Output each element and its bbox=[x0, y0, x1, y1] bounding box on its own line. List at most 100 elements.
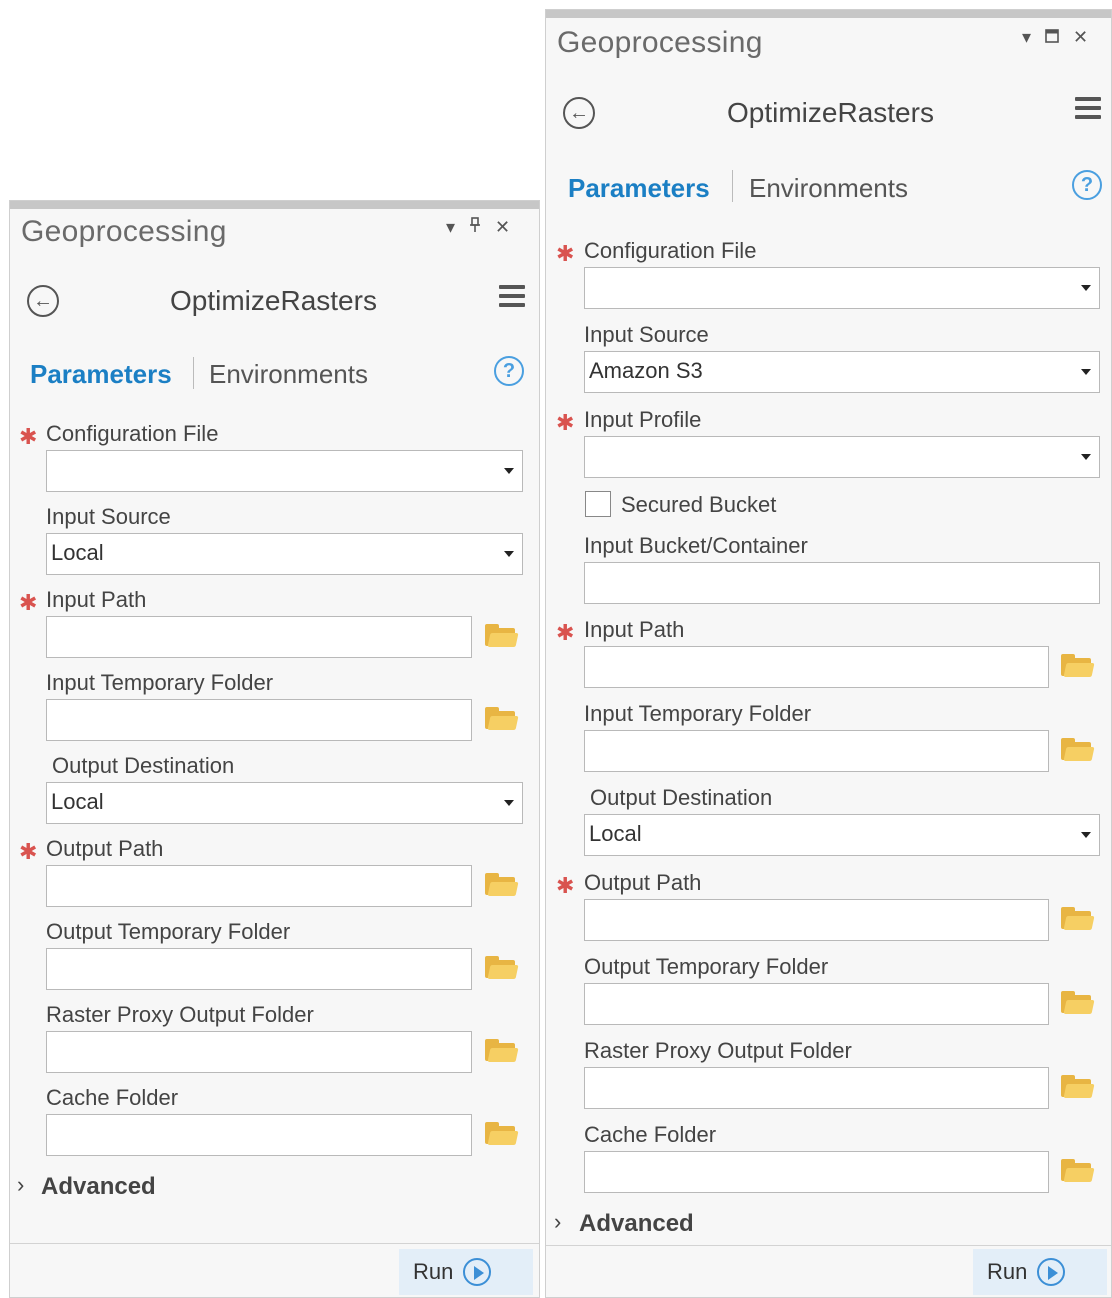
field-label: Output Destination bbox=[590, 785, 773, 810]
checkbox-label: Secured Bucket bbox=[621, 492, 777, 517]
help-icon[interactable]: ? bbox=[494, 356, 524, 386]
cache-folder-field[interactable] bbox=[584, 1151, 1049, 1193]
configuration-file-dropdown[interactable] bbox=[46, 450, 523, 492]
field-label: Output Path bbox=[46, 836, 164, 861]
dropdown-caret-icon bbox=[504, 800, 514, 806]
run-button[interactable]: Run bbox=[973, 1249, 1107, 1295]
geoprocessing-pane-right: Geoprocessing ▾ ✕ ← OptimizeRasters Para… bbox=[545, 9, 1112, 1298]
dropdown-arrow-icon[interactable]: ▾ bbox=[446, 218, 455, 236]
play-icon bbox=[463, 1258, 492, 1286]
raster-proxy-output-folder-field[interactable] bbox=[584, 1067, 1049, 1109]
tab-parameters[interactable]: Parameters bbox=[30, 359, 172, 390]
close-icon[interactable]: ✕ bbox=[495, 218, 510, 236]
configuration-file-dropdown[interactable] bbox=[584, 267, 1100, 309]
required-icon: ✱ bbox=[556, 410, 575, 435]
required-icon: ✱ bbox=[19, 590, 38, 615]
pane-title: Geoprocessing bbox=[21, 215, 227, 248]
field-label: Input Temporary Folder bbox=[584, 701, 812, 726]
folder-browse-icon[interactable] bbox=[485, 1039, 519, 1063]
field-label: Input Source bbox=[46, 504, 171, 529]
back-button[interactable]: ← bbox=[27, 285, 59, 317]
dropdown-caret-icon bbox=[1081, 285, 1091, 291]
folder-browse-icon[interactable] bbox=[1061, 1159, 1095, 1183]
input-source-dropdown[interactable]: Amazon S3 bbox=[584, 351, 1100, 393]
folder-browse-icon[interactable] bbox=[1061, 654, 1095, 678]
output-destination-dropdown[interactable]: Local bbox=[46, 782, 523, 824]
window-controls: ▾ ✕ bbox=[446, 217, 510, 236]
cache-folder-field[interactable] bbox=[46, 1114, 472, 1156]
back-button[interactable]: ← bbox=[563, 97, 595, 129]
tool-title: OptimizeRasters bbox=[170, 285, 377, 316]
close-icon[interactable]: ✕ bbox=[1073, 28, 1088, 46]
input-path-field[interactable] bbox=[584, 646, 1049, 688]
dropdown-caret-icon bbox=[504, 551, 514, 557]
folder-browse-icon[interactable] bbox=[1061, 907, 1095, 931]
tab-environments[interactable]: Environments bbox=[749, 173, 908, 204]
input-bucket-container-field[interactable] bbox=[584, 562, 1100, 604]
output-destination-dropdown[interactable]: Local bbox=[584, 814, 1100, 856]
raster-proxy-output-folder-field[interactable] bbox=[46, 1031, 472, 1073]
expand-chevron-icon[interactable]: › bbox=[17, 1172, 24, 1198]
field-label: Output Temporary Folder bbox=[46, 919, 291, 944]
folder-browse-icon[interactable] bbox=[485, 624, 519, 648]
required-icon: ✱ bbox=[556, 873, 575, 898]
input-source-dropdown[interactable]: Local bbox=[46, 533, 523, 575]
required-icon: ✱ bbox=[556, 620, 575, 645]
back-arrow-icon: ← bbox=[569, 101, 589, 124]
field-label: Input Path bbox=[584, 617, 685, 642]
output-path-field[interactable] bbox=[46, 865, 472, 907]
run-label: Run bbox=[413, 1259, 454, 1284]
output-path-field[interactable] bbox=[584, 899, 1049, 941]
dropdown-caret-icon bbox=[504, 468, 514, 474]
field-label: Raster Proxy Output Folder bbox=[46, 1002, 314, 1027]
folder-browse-icon[interactable] bbox=[1061, 1075, 1095, 1099]
folder-browse-icon[interactable] bbox=[485, 1122, 519, 1146]
tool-title: OptimizeRasters bbox=[727, 97, 934, 128]
folder-browse-icon[interactable] bbox=[1061, 991, 1095, 1015]
run-button[interactable]: Run bbox=[399, 1249, 533, 1295]
geoprocessing-pane-left: Geoprocessing ▾ ✕ ← OptimizeRasters Para… bbox=[9, 200, 540, 1298]
advanced-section-toggle[interactable]: Advanced bbox=[41, 1173, 156, 1201]
folder-browse-icon[interactable] bbox=[1061, 738, 1095, 762]
pane-title: Geoprocessing bbox=[557, 26, 763, 59]
field-label: Configuration File bbox=[46, 421, 219, 446]
help-icon[interactable]: ? bbox=[1072, 170, 1102, 200]
secured-bucket-checkbox[interactable] bbox=[585, 491, 611, 517]
maximize-icon[interactable] bbox=[1045, 28, 1059, 46]
pin-icon[interactable] bbox=[469, 217, 481, 236]
expand-chevron-icon[interactable]: › bbox=[554, 1209, 561, 1235]
field-label: Output Path bbox=[584, 870, 702, 895]
menu-icon[interactable] bbox=[1075, 97, 1101, 121]
tab-environments[interactable]: Environments bbox=[209, 359, 368, 390]
dropdown-caret-icon bbox=[1081, 454, 1091, 460]
dropdown-caret-icon bbox=[1081, 832, 1091, 838]
input-temporary-folder-field[interactable] bbox=[46, 699, 472, 741]
field-label: Cache Folder bbox=[584, 1122, 717, 1147]
field-label: Input Temporary Folder bbox=[46, 670, 274, 695]
folder-browse-icon[interactable] bbox=[485, 707, 519, 731]
pane-top-border bbox=[10, 201, 539, 209]
output-temporary-folder-field[interactable] bbox=[584, 983, 1049, 1025]
input-path-field[interactable] bbox=[46, 616, 472, 658]
pane-top-border bbox=[546, 10, 1111, 18]
dropdown-arrow-icon[interactable]: ▾ bbox=[1022, 28, 1031, 46]
tab-parameters[interactable]: Parameters bbox=[568, 173, 710, 204]
menu-icon[interactable] bbox=[499, 285, 525, 309]
play-icon bbox=[1037, 1258, 1066, 1286]
input-temporary-folder-field[interactable] bbox=[584, 730, 1049, 772]
window-controls: ▾ ✕ bbox=[1022, 28, 1088, 46]
back-arrow-icon: ← bbox=[33, 289, 53, 312]
footer-divider bbox=[546, 1245, 1111, 1246]
folder-browse-icon[interactable] bbox=[485, 956, 519, 980]
run-label: Run bbox=[987, 1259, 1028, 1284]
folder-browse-icon[interactable] bbox=[485, 873, 519, 897]
field-label: Input Source bbox=[584, 322, 709, 347]
required-icon: ✱ bbox=[19, 424, 38, 449]
input-profile-dropdown[interactable] bbox=[584, 436, 1100, 478]
tab-divider bbox=[193, 357, 194, 389]
field-label: Input Bucket/Container bbox=[584, 533, 808, 558]
advanced-section-toggle[interactable]: Advanced bbox=[579, 1210, 694, 1238]
field-label: Input Path bbox=[46, 587, 147, 612]
footer-divider bbox=[10, 1243, 539, 1244]
output-temporary-folder-field[interactable] bbox=[46, 948, 472, 990]
